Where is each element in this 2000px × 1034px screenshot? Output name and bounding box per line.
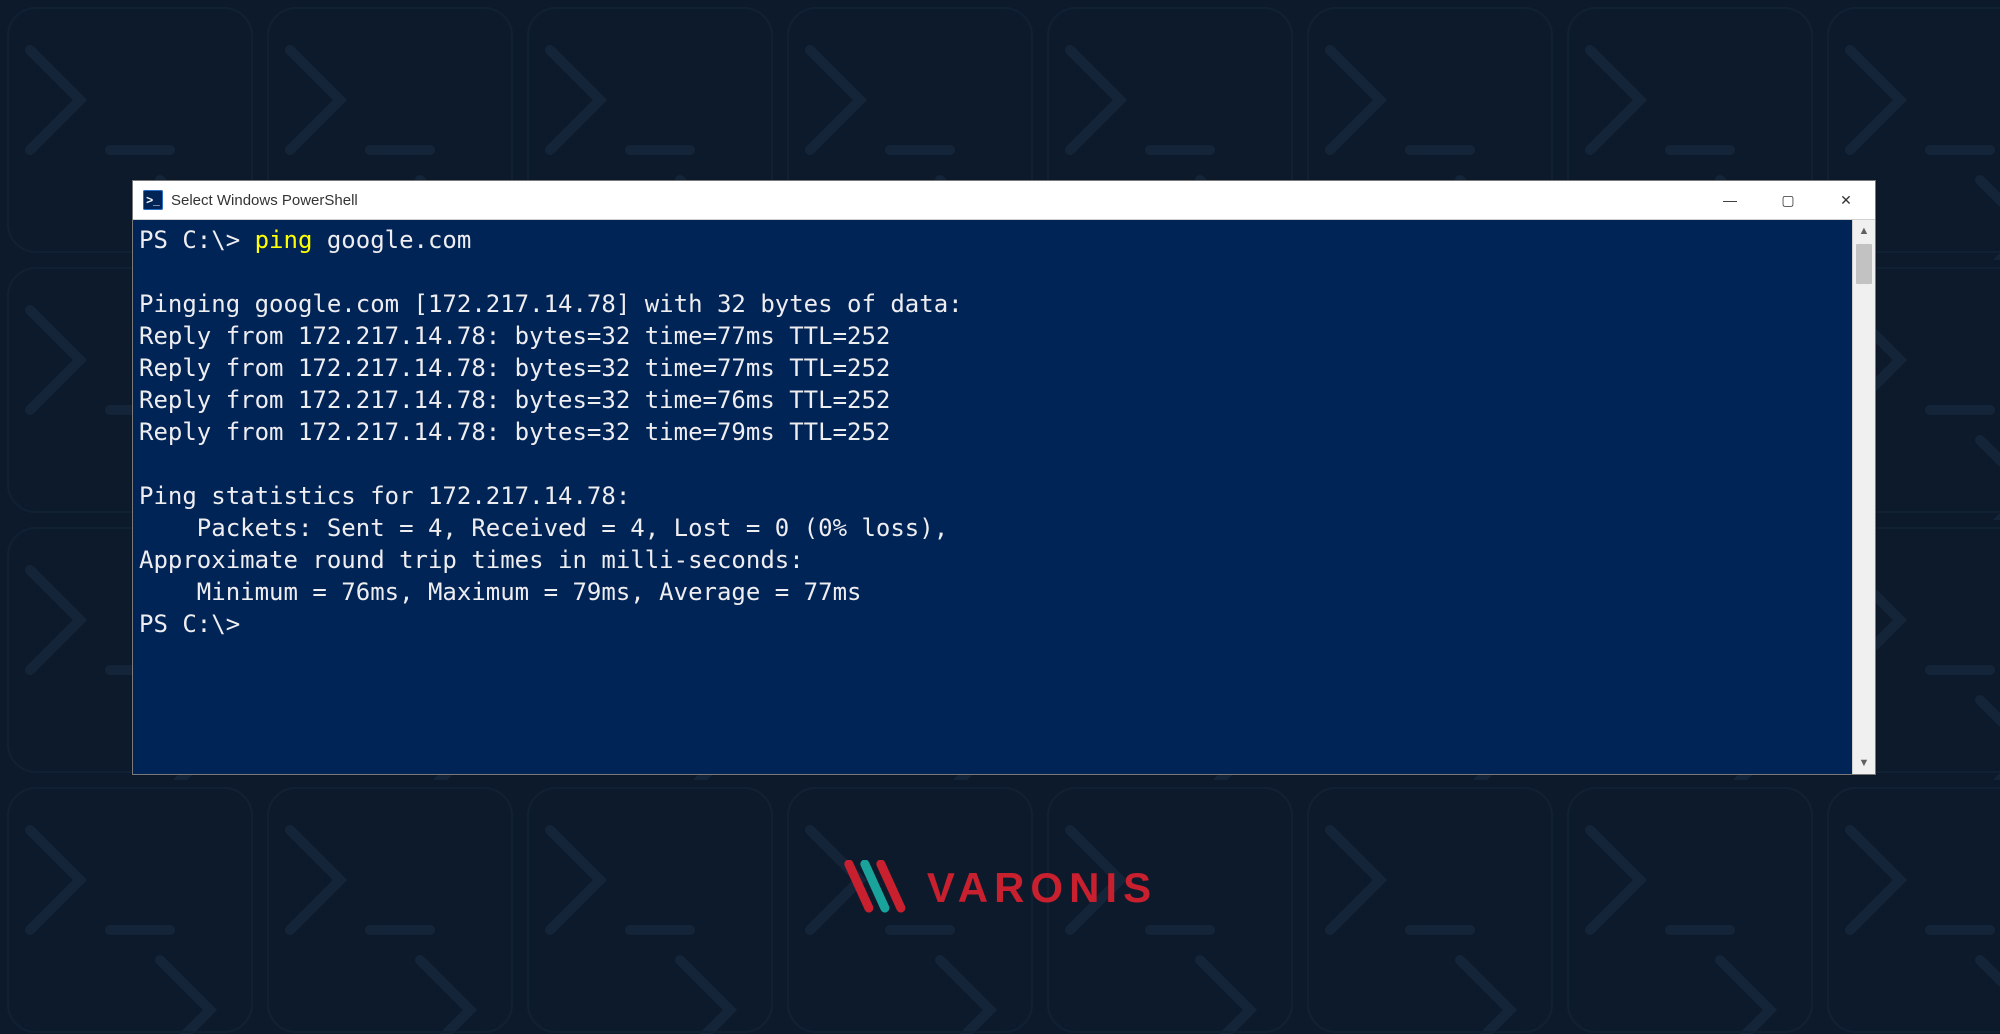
scroll-thumb[interactable] (1856, 244, 1872, 284)
window-titlebar[interactable]: >_ Select Windows PowerShell — ▢ ✕ (133, 181, 1875, 220)
terminal-line: Approximate round trip times in milli-se… (139, 546, 804, 574)
ping-command: ping (255, 226, 313, 254)
terminal-line: Reply from 172.217.14.78: bytes=32 time=… (139, 322, 890, 350)
prompt-prefix: PS C:\> (139, 610, 240, 638)
varonis-wordmark: VARONIS (927, 864, 1157, 912)
terminal-line: Minimum = 76ms, Maximum = 79ms, Average … (139, 578, 861, 606)
scroll-down-button[interactable]: ▼ (1853, 752, 1875, 774)
varonis-logo: VARONIS (843, 860, 1157, 916)
scroll-up-button[interactable]: ▲ (1853, 220, 1875, 242)
minimize-button[interactable]: — (1701, 181, 1759, 219)
ping-argument: google.com (312, 226, 471, 254)
powershell-window: >_ Select Windows PowerShell — ▢ ✕ PS C:… (132, 180, 1876, 775)
terminal-line: Packets: Sent = 4, Received = 4, Lost = … (139, 514, 948, 542)
maximize-button[interactable]: ▢ (1759, 181, 1817, 219)
window-controls: — ▢ ✕ (1701, 181, 1875, 219)
window-title: Select Windows PowerShell (171, 192, 358, 209)
terminal-line: Reply from 172.217.14.78: bytes=32 time=… (139, 354, 890, 382)
terminal-line: Pinging google.com [172.217.14.78] with … (139, 290, 963, 318)
powershell-icon: >_ (143, 190, 163, 210)
terminal-line: Reply from 172.217.14.78: bytes=32 time=… (139, 418, 890, 446)
close-button[interactable]: ✕ (1817, 181, 1875, 219)
terminal-line: Reply from 172.217.14.78: bytes=32 time=… (139, 386, 890, 414)
prompt-prefix: PS C:\> (139, 226, 255, 254)
varonis-mark-icon (843, 860, 913, 916)
terminal-line: Ping statistics for 172.217.14.78: (139, 482, 630, 510)
terminal-output[interactable]: PS C:\> ping google.com Pinging google.c… (133, 220, 1852, 774)
vertical-scrollbar[interactable]: ▲ ▼ (1852, 220, 1875, 774)
